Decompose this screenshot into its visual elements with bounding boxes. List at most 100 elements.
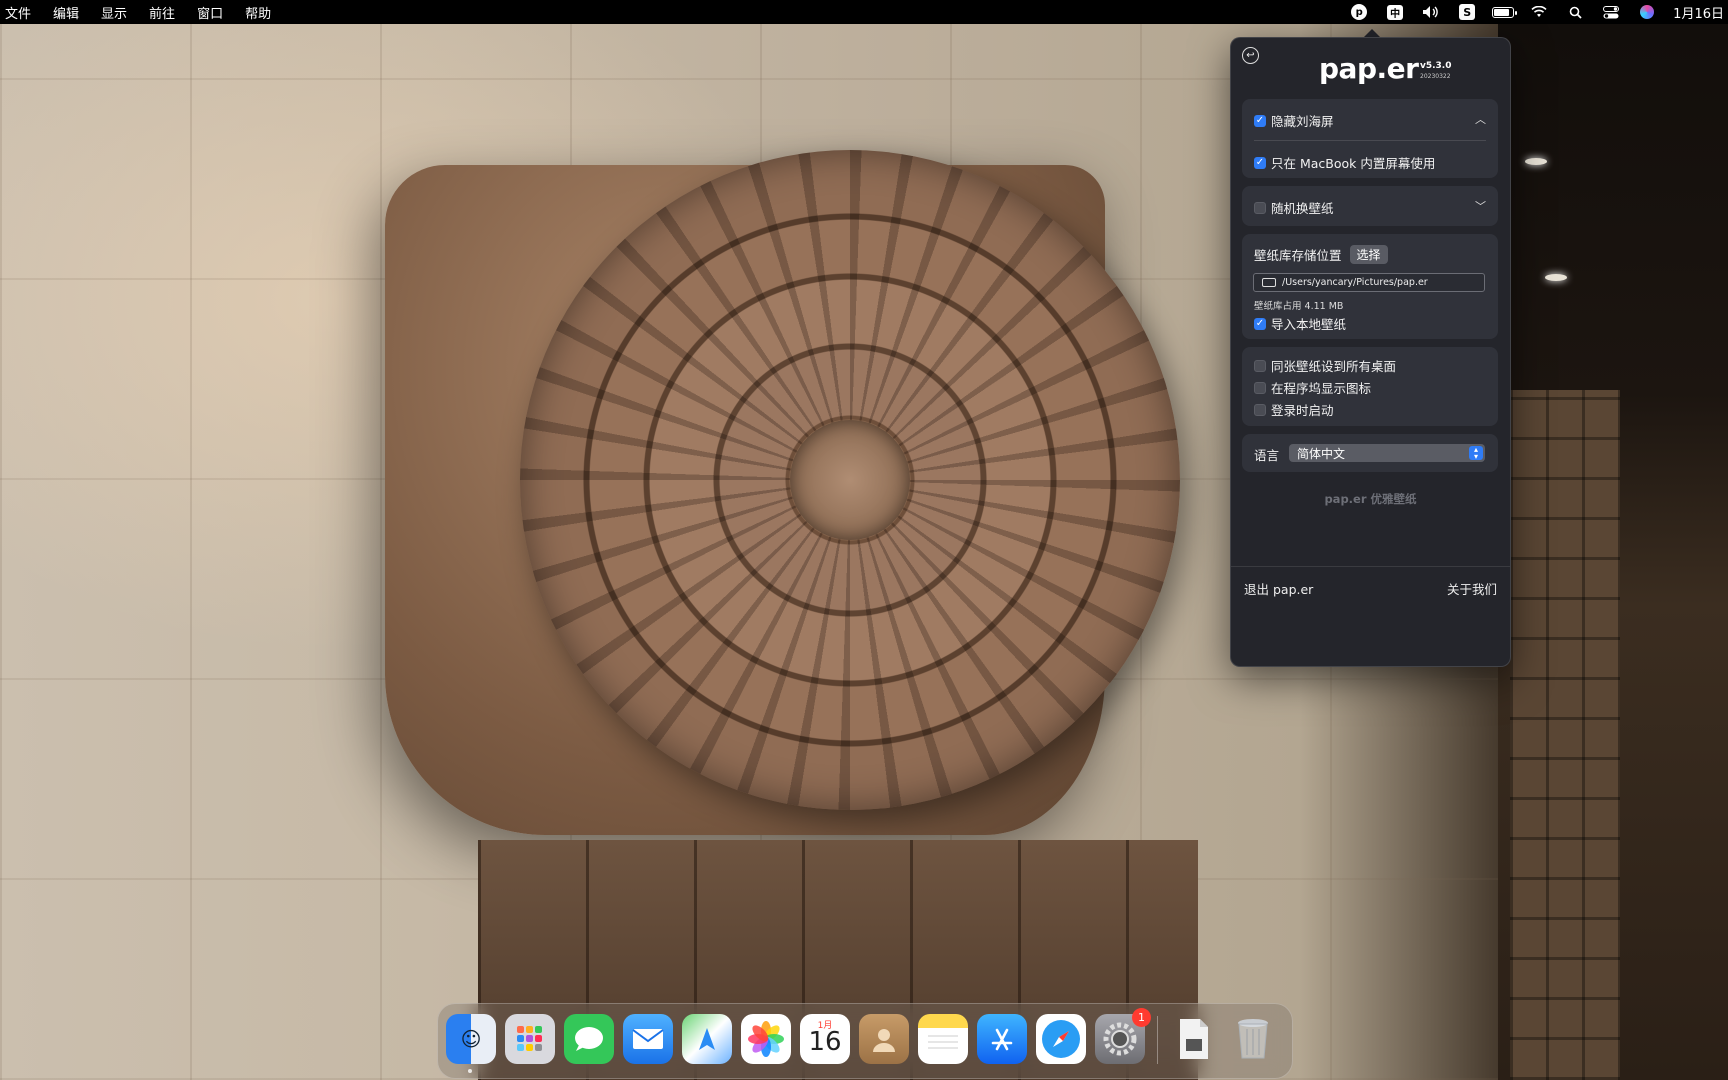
language-select[interactable]: 简体中文 ▴ ▾	[1289, 444, 1485, 462]
import-local-option[interactable]: ✓ 导入本地壁纸	[1254, 314, 1346, 333]
running-indicator	[468, 1069, 472, 1073]
language-selected: 简体中文	[1297, 446, 1346, 461]
import-local-checkbox[interactable]: ✓	[1254, 317, 1266, 330]
ime-badge: 中	[1387, 4, 1404, 20]
paper-badge: p	[1351, 4, 1368, 20]
launch-at-login-checkbox[interactable]	[1254, 403, 1266, 416]
menu-window[interactable]: 窗口	[197, 3, 223, 22]
about-button[interactable]: 关于我们	[1447, 579, 1497, 598]
s-badge: S	[1459, 4, 1476, 20]
builtin-only-label: 只在 MacBook 内置屏幕使用	[1271, 156, 1436, 171]
contacts-icon[interactable]	[859, 1014, 909, 1064]
menu-edit[interactable]: 编辑	[53, 3, 79, 22]
safari-icon[interactable]	[1036, 1014, 1086, 1064]
menu-bar-clock[interactable]: 1月16日	[1673, 3, 1724, 22]
random-wallpaper-checkbox[interactable]	[1254, 201, 1266, 214]
show-dock-icon-checkbox[interactable]	[1254, 381, 1266, 394]
language-label: 语言	[1254, 448, 1280, 463]
calendar-icon[interactable]: 1月 16	[800, 1014, 850, 1064]
input-method-icon[interactable]: 中	[1384, 4, 1406, 20]
choose-folder-button[interactable]: 选择	[1349, 245, 1388, 264]
menu-file[interactable]: 文件	[5, 3, 31, 22]
random-wallpaper-card: 随机换壁纸 ﹀	[1242, 186, 1498, 226]
volume-icon[interactable]	[1420, 4, 1442, 20]
battery-level	[1492, 6, 1518, 18]
notch-settings-card: ✓ 隐藏刘海屏 ︿ ✓ 只在 MacBook 内置屏幕使用	[1242, 99, 1498, 178]
app-store-a-icon	[991, 1028, 1013, 1051]
dock: ☺ 1月 16 1	[437, 1003, 1293, 1079]
menu-bar: 文件 编辑 显示 前往 窗口 帮助 p 中 S 1月16日	[0, 0, 1728, 24]
launch-at-login-option[interactable]: 登录时启动	[1254, 400, 1334, 419]
system-settings-icon[interactable]: 1	[1095, 1008, 1151, 1064]
launchpad-icon[interactable]	[505, 1014, 555, 1064]
contact-person-icon	[873, 1029, 895, 1052]
compass-icon	[1042, 1020, 1080, 1058]
control-center-icon[interactable]	[1600, 4, 1622, 20]
messages-icon[interactable]	[564, 1014, 614, 1064]
s-app-icon[interactable]: S	[1456, 4, 1478, 20]
maps-icon[interactable]	[682, 1014, 732, 1064]
wallpaper-ceiling-light	[1545, 274, 1567, 281]
speech-bubble-icon	[575, 1027, 603, 1051]
menu-go[interactable]: 前往	[149, 3, 175, 22]
paper-popover: ↩ pap.er v5.3.0 20230322 ✓ 隐藏刘海屏 ︿ ✓ 只在 …	[1230, 37, 1511, 667]
downloads-stack-icon[interactable]	[1169, 1014, 1219, 1064]
siri-icon[interactable]	[1636, 4, 1658, 20]
quit-button[interactable]: 退出 pap.er	[1244, 579, 1313, 598]
hide-notch-label: 隐藏刘海屏	[1271, 114, 1334, 129]
card-divider	[1254, 140, 1486, 141]
app-build: 20230322	[1420, 73, 1451, 80]
finder-icon[interactable]: ☺	[446, 1014, 496, 1073]
hide-notch-option[interactable]: ✓ 隐藏刘海屏	[1254, 111, 1334, 130]
random-wallpaper-label: 随机换壁纸	[1271, 201, 1334, 216]
hide-notch-checkbox[interactable]: ✓	[1254, 114, 1266, 127]
app-store-icon[interactable]	[977, 1014, 1027, 1064]
builtin-only-option[interactable]: ✓ 只在 MacBook 内置屏幕使用	[1254, 153, 1435, 172]
show-dock-icon-option[interactable]: 在程序坞显示图标	[1254, 378, 1371, 397]
select-arrows-icon: ▴ ▾	[1469, 446, 1483, 461]
storage-usage: 壁纸库占用 4.11 MB	[1254, 301, 1344, 312]
app-version: v5.3.0	[1420, 61, 1452, 71]
siri-orb	[1640, 5, 1655, 19]
calendar-day: 16	[808, 1027, 842, 1057]
paper-icon[interactable]: p	[1348, 4, 1370, 20]
spotlight-icon[interactable]	[1564, 4, 1586, 20]
app-brand: pap.er	[1319, 52, 1419, 85]
photos-icon[interactable]	[741, 1014, 791, 1064]
map-arrow-icon	[699, 1028, 715, 1050]
same-all-desktops-checkbox[interactable]	[1254, 359, 1266, 372]
wifi-icon[interactable]	[1528, 4, 1550, 20]
language-card: 语言 简体中文 ▴ ▾	[1242, 434, 1498, 472]
storage-location-row: 壁纸库存储位置 选择	[1254, 245, 1388, 264]
drive-icon	[1262, 278, 1276, 287]
menu-help[interactable]: 帮助	[245, 3, 271, 22]
notes-lines-icon	[928, 1035, 958, 1049]
chevron-up-icon[interactable]: ︿	[1475, 111, 1486, 127]
trash-can-icon	[1238, 1019, 1268, 1059]
document-icon	[1180, 1019, 1208, 1059]
same-all-desktops-label: 同张壁纸设到所有桌面	[1271, 359, 1397, 374]
chevron-down-icon[interactable]: ﹀	[1475, 198, 1486, 214]
wallpaper-stone-wall	[1510, 390, 1620, 1080]
builtin-only-checkbox[interactable]: ✓	[1254, 156, 1266, 169]
launchpad-grid-icon	[517, 1026, 542, 1051]
app-tagline: pap.er 优雅壁纸	[1324, 492, 1417, 506]
menu-view[interactable]: 显示	[101, 3, 127, 22]
status-area: p 中 S 1月16日	[1341, 0, 1728, 24]
storage-location-label: 壁纸库存储位置	[1254, 248, 1342, 263]
random-wallpaper-option[interactable]: 随机换壁纸	[1254, 198, 1334, 217]
finder-face-icon: ☺	[460, 1027, 482, 1051]
envelope-icon	[632, 1029, 664, 1049]
show-dock-icon-label: 在程序坞显示图标	[1271, 381, 1372, 396]
same-all-desktops-option[interactable]: 同张壁纸设到所有桌面	[1254, 356, 1396, 375]
storage-path-field[interactable]: /Users/yancary/Pictures/pap.er	[1253, 273, 1485, 292]
launch-at-login-label: 登录时启动	[1271, 403, 1334, 418]
mail-icon[interactable]	[623, 1014, 673, 1064]
battery-icon[interactable]	[1492, 4, 1518, 20]
notes-icon[interactable]	[918, 1014, 968, 1064]
notification-badge: 1	[1132, 1008, 1151, 1027]
footer-divider	[1231, 566, 1510, 567]
storage-card: 壁纸库存储位置 选择 /Users/yancary/Pictures/pap.e…	[1242, 234, 1498, 339]
trash-icon[interactable]	[1228, 1014, 1278, 1064]
back-button[interactable]: ↩	[1242, 47, 1259, 64]
